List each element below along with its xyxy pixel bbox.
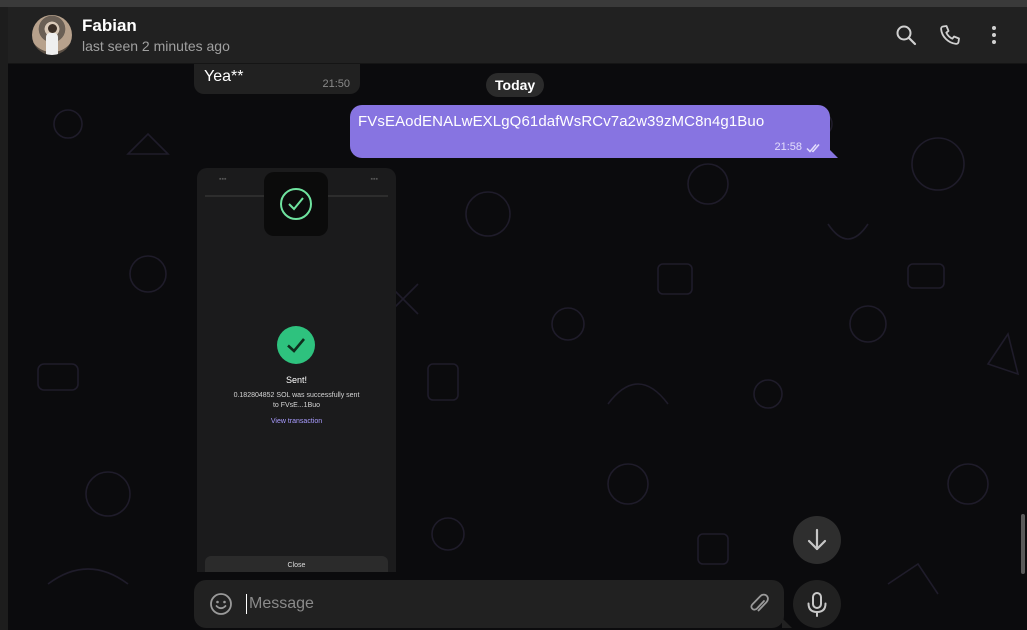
message-composer bbox=[194, 580, 792, 628]
scrollbar-thumb[interactable] bbox=[1021, 514, 1025, 574]
message-time: 21:50 bbox=[322, 78, 350, 90]
avatar-head bbox=[48, 24, 57, 33]
photo-status-bar-right: ▪▪▪ bbox=[370, 176, 378, 183]
message-text: FVsEAodENALwEXLgQ61dafWsRCv7a2w39zMC8n4g… bbox=[358, 113, 765, 130]
photo-badge bbox=[264, 172, 328, 236]
outgoing-message-bubble[interactable]: FVsEAodENALwEXLgQ61dafWsRCv7a2w39zMC8n4g… bbox=[350, 105, 838, 158]
photo-sent-title: Sent! bbox=[285, 375, 307, 385]
avatar[interactable] bbox=[32, 15, 72, 55]
chat-area[interactable]: Yea** 21:50 Today FVsEAodENALwEXLgQ61daf… bbox=[8, 64, 1027, 630]
emoji-icon[interactable] bbox=[209, 592, 233, 616]
incoming-message-bubble[interactable]: Yea** 21:50 bbox=[194, 64, 360, 94]
search-icon[interactable] bbox=[894, 23, 918, 47]
message-input[interactable] bbox=[246, 590, 689, 618]
photo-close-button: Close bbox=[205, 556, 388, 572]
check-circle-icon bbox=[280, 188, 312, 220]
chat-header: Fabian last seen 2 minutes ago bbox=[8, 7, 1027, 64]
voice-message-button[interactable] bbox=[793, 580, 841, 628]
arrow-down-icon bbox=[807, 528, 827, 551]
left-panel-edge bbox=[0, 7, 8, 630]
double-check-icon bbox=[806, 144, 820, 153]
photo-sent-line2: to FVsE...1Buo bbox=[272, 402, 321, 409]
success-check-icon bbox=[277, 326, 315, 364]
message-text: Yea** bbox=[204, 68, 244, 85]
phone-icon[interactable] bbox=[938, 23, 962, 47]
date-separator: Today bbox=[486, 73, 545, 97]
photo-sent-line1: 0.182804852 SOL was successfully sent bbox=[233, 392, 360, 399]
attach-icon[interactable] bbox=[748, 592, 770, 616]
photo-message[interactable]: ▪▪▪ ▪▪▪ Sent! 0.182804852 SOL was succes… bbox=[197, 168, 396, 572]
more-vertical-icon[interactable] bbox=[982, 23, 1006, 47]
avatar-figure bbox=[46, 33, 58, 55]
scroll-down-button[interactable] bbox=[793, 516, 841, 564]
photo-status-bar-left: ▪▪▪ bbox=[219, 176, 227, 183]
photo-sent-description: 0.182804852 SOL was successfully sent to… bbox=[197, 391, 396, 411]
contact-status: last seen 2 minutes ago bbox=[82, 38, 230, 54]
window-top-edge bbox=[0, 0, 1027, 7]
message-time: 21:58 bbox=[774, 141, 802, 153]
contact-name[interactable]: Fabian bbox=[82, 16, 137, 36]
microphone-icon bbox=[807, 592, 827, 617]
photo-view-transaction-link: View transaction bbox=[270, 418, 323, 425]
